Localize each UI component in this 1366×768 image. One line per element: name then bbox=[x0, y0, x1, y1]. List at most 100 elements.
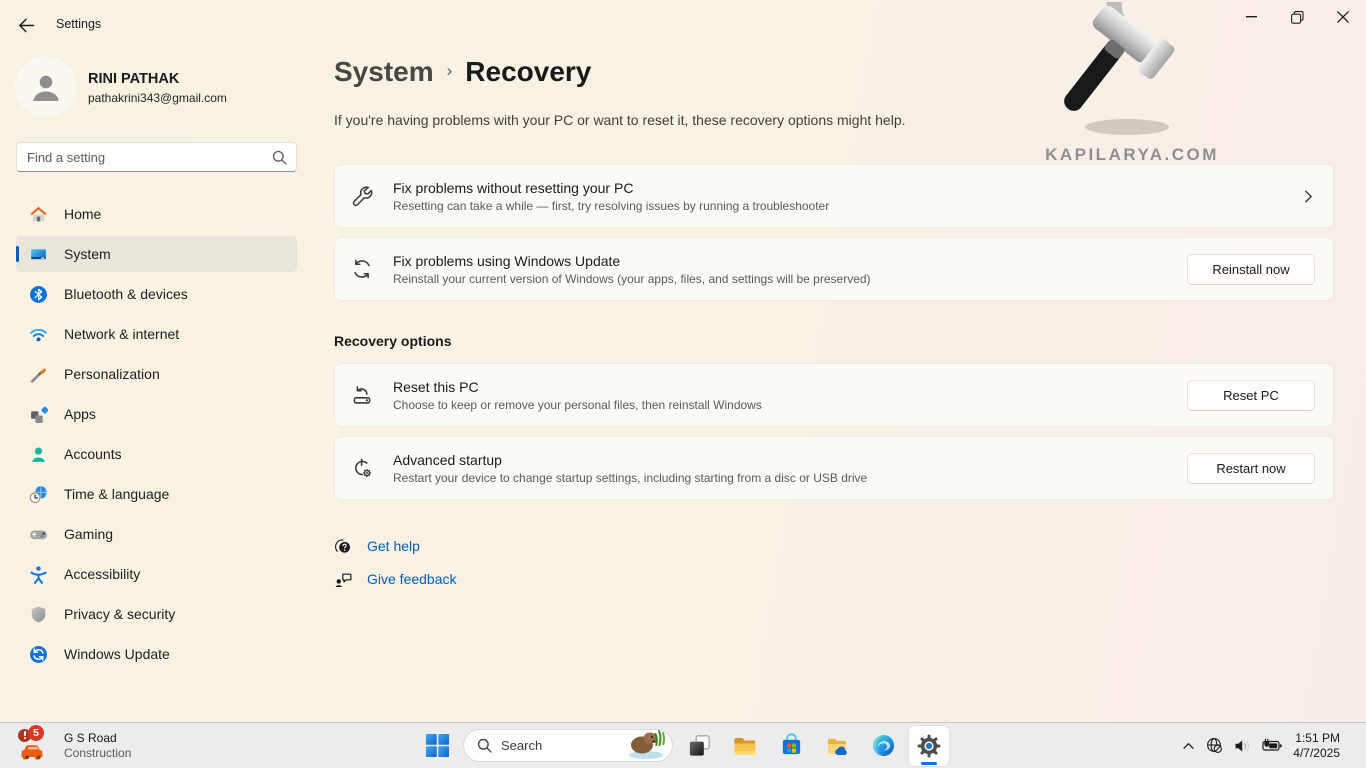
sidebar-item-label: Home bbox=[64, 206, 101, 222]
edge-button[interactable] bbox=[863, 726, 903, 766]
restore-icon bbox=[1291, 11, 1304, 24]
profile-name: RINI PATHAK bbox=[88, 71, 179, 87]
card-title: Advanced startup bbox=[393, 452, 867, 468]
paintbrush-icon bbox=[29, 365, 48, 384]
home-icon bbox=[29, 205, 48, 224]
edge-icon bbox=[871, 733, 896, 758]
speaker-icon bbox=[1234, 739, 1251, 753]
sidebar-item-label: Bluetooth & devices bbox=[64, 286, 188, 302]
app-title: Settings bbox=[56, 17, 101, 31]
sidebar-item-time-language[interactable]: Time & language bbox=[16, 476, 297, 512]
card-title: Fix problems using Windows Update bbox=[393, 253, 871, 269]
card-reset-this-pc: Reset this PC Choose to keep or remove y… bbox=[334, 363, 1334, 427]
taskbar-search[interactable]: Search bbox=[463, 729, 673, 762]
get-help-icon bbox=[334, 537, 353, 556]
globe-no-internet-icon bbox=[1206, 737, 1223, 754]
tray-chevron-up-button[interactable] bbox=[1182, 741, 1195, 750]
sidebar-item-accounts[interactable]: Accounts bbox=[16, 436, 297, 472]
microsoft-store-icon bbox=[779, 733, 804, 758]
sidebar-item-windows-update[interactable]: Windows Update bbox=[16, 636, 297, 672]
sidebar-item-label: Personalization bbox=[64, 366, 160, 382]
find-a-setting-box bbox=[16, 142, 297, 172]
reset-pc-icon bbox=[351, 384, 373, 406]
back-button[interactable] bbox=[13, 13, 37, 37]
watermark: KAPILARYA.COM bbox=[1007, 2, 1257, 165]
sidebar-item-label: Accessibility bbox=[64, 566, 140, 582]
sidebar-item-label: Time & language bbox=[64, 486, 169, 502]
breadcrumb-system[interactable]: System bbox=[334, 56, 434, 87]
battery-button[interactable] bbox=[1262, 738, 1282, 753]
tray-time: 1:51 PM bbox=[1293, 731, 1340, 746]
card-title: Reset this PC bbox=[393, 379, 762, 395]
tray-date: 4/7/2025 bbox=[1293, 746, 1340, 761]
sidebar-item-bluetooth-devices[interactable]: Bluetooth & devices bbox=[16, 276, 297, 312]
chevron-up-icon bbox=[1182, 741, 1195, 750]
card-subtitle: Reinstall your current version of Window… bbox=[393, 272, 871, 286]
settings-gear-icon bbox=[916, 733, 942, 759]
give-feedback-link[interactable]: Give feedback bbox=[334, 564, 554, 594]
settings-window: Settings bbox=[0, 0, 1366, 722]
hammer-logo-icon bbox=[1057, 2, 1207, 142]
person-icon bbox=[29, 70, 63, 104]
search-icon bbox=[477, 738, 492, 753]
sidebar-item-privacy-security[interactable]: Privacy & security bbox=[16, 596, 297, 632]
sidebar-item-accessibility[interactable]: Accessibility bbox=[16, 556, 297, 592]
restart-now-button[interactable]: Restart now bbox=[1187, 453, 1315, 484]
close-button[interactable] bbox=[1320, 0, 1366, 34]
reset-pc-button[interactable]: Reset PC bbox=[1187, 380, 1315, 411]
search-input[interactable] bbox=[17, 143, 296, 171]
sidebar-item-network-internet[interactable]: Network & internet bbox=[16, 316, 297, 352]
sidebar-item-label: Windows Update bbox=[64, 646, 170, 662]
sidebar-item-home[interactable]: Home bbox=[16, 196, 297, 232]
battery-charging-icon bbox=[1262, 738, 1282, 753]
reinstall-now-button[interactable]: Reinstall now bbox=[1187, 254, 1315, 285]
network-status-button[interactable] bbox=[1206, 737, 1223, 754]
system-tray: 1:51 PM 4/7/2025 bbox=[1182, 723, 1340, 768]
wifi-icon bbox=[29, 325, 48, 344]
card-fix-problems-troubleshooter[interactable]: Fix problems without resetting your PC R… bbox=[334, 164, 1334, 228]
card-subtitle: Choose to keep or remove your personal f… bbox=[393, 398, 762, 412]
card-subtitle: Restart your device to change startup se… bbox=[393, 471, 867, 485]
search-icon bbox=[272, 150, 287, 165]
sidebar-item-system[interactable]: System bbox=[16, 236, 297, 272]
card-advanced-startup: Advanced startup Restart your device to … bbox=[334, 436, 1334, 500]
advanced-startup-icon bbox=[351, 457, 373, 479]
start-button[interactable] bbox=[417, 726, 457, 766]
onedrive-folder-button[interactable] bbox=[817, 726, 857, 766]
get-help-link[interactable]: Get help bbox=[334, 531, 554, 561]
taskbar-search-label: Search bbox=[501, 738, 542, 753]
give-feedback-label: Give feedback bbox=[367, 571, 457, 587]
widget-alert-count: 5 bbox=[28, 725, 44, 741]
taskbar-center: Search bbox=[417, 723, 949, 768]
microsoft-store-button[interactable] bbox=[771, 726, 811, 766]
widgets-button[interactable]: 5 G S Road Construction bbox=[10, 723, 139, 768]
sidebar-item-apps[interactable]: Apps bbox=[16, 396, 297, 432]
settings-taskbar-button[interactable] bbox=[909, 726, 949, 766]
card-title: Fix problems without resetting your PC bbox=[393, 180, 829, 196]
sidebar-item-gaming[interactable]: Gaming bbox=[16, 516, 297, 552]
gamepad-icon bbox=[29, 525, 48, 544]
section-title: Recovery options bbox=[334, 333, 1334, 349]
widget-line2: Construction bbox=[64, 746, 131, 761]
watermark-text: KAPILARYA.COM bbox=[1007, 145, 1257, 165]
breadcrumb-separator: › bbox=[447, 61, 453, 80]
sync-icon bbox=[351, 258, 373, 280]
shield-icon bbox=[29, 605, 48, 624]
page-title: Recovery bbox=[465, 56, 591, 87]
windows-logo-icon bbox=[425, 733, 450, 758]
volume-button[interactable] bbox=[1234, 739, 1251, 753]
card-subtitle: Resetting can take a while — first, try … bbox=[393, 199, 829, 213]
get-help-label: Get help bbox=[367, 538, 420, 554]
wrench-icon bbox=[351, 185, 373, 207]
clock[interactable]: 1:51 PM 4/7/2025 bbox=[1293, 731, 1340, 761]
avatar[interactable] bbox=[15, 56, 76, 117]
sidebar-item-personalization[interactable]: Personalization bbox=[16, 356, 297, 392]
taskbar: 5 G S Road Construction bbox=[0, 722, 1366, 768]
sidebar-item-label: System bbox=[64, 246, 111, 262]
maximize-button[interactable] bbox=[1274, 0, 1320, 34]
file-explorer-button[interactable] bbox=[725, 726, 765, 766]
task-view-button[interactable] bbox=[679, 726, 719, 766]
time-language-icon bbox=[29, 485, 48, 504]
accounts-icon bbox=[29, 445, 48, 464]
screen: Settings bbox=[0, 0, 1366, 768]
